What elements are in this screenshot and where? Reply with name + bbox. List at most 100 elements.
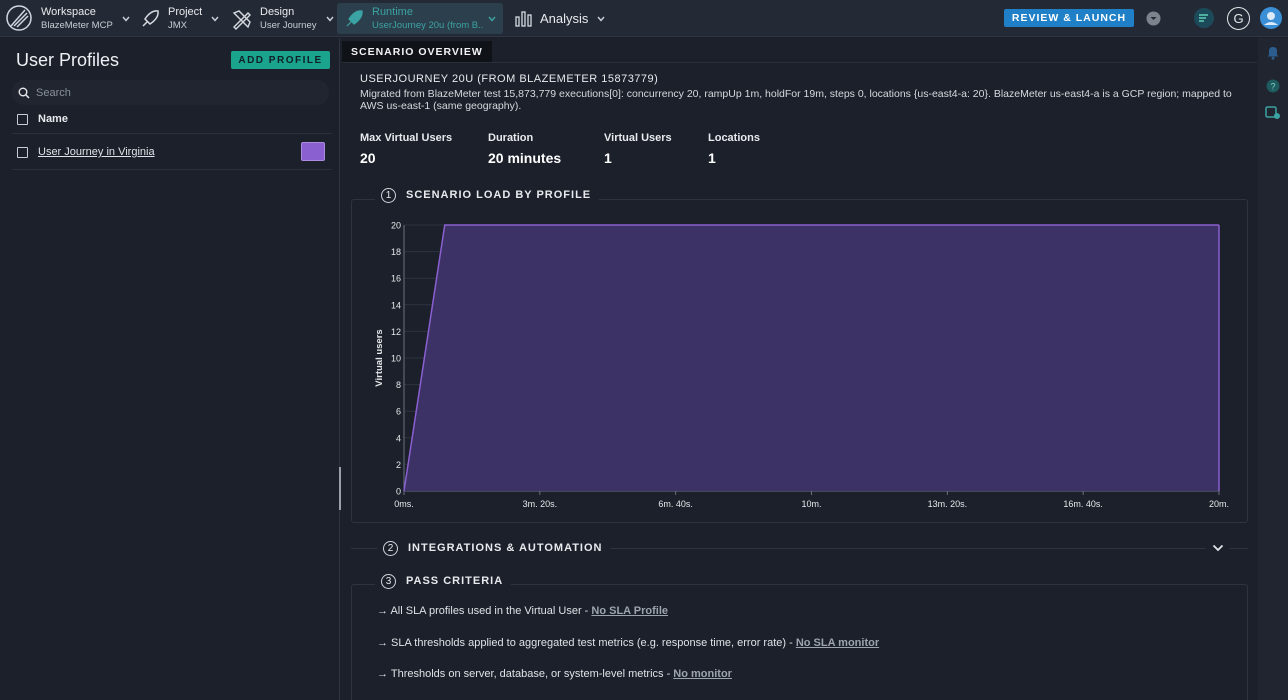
- help-assistant-icon[interactable]: [1259, 6, 1283, 30]
- scenario-load-chart: 0 2 4 6 8 10 12 14 16 18 20 0ms. 3m. 20s. 6m. 40s. 10m…: [374, 221, 1229, 510]
- criteria-text: → SLA thresholds applied to aggregated t…: [377, 637, 796, 649]
- profile-link[interactable]: User Journey in Virginia: [38, 146, 155, 158]
- chevron-down-icon: [597, 16, 605, 22]
- criteria-text: → Thresholds on server, database, or sys…: [377, 668, 674, 680]
- nav-project-sub: JMX: [168, 19, 187, 31]
- tab-underline: [342, 62, 1257, 63]
- divider: [12, 169, 332, 170]
- section-number: 2: [383, 540, 398, 556]
- scenario-description: Migrated from BlazeMeter test 15,873,779…: [360, 88, 1232, 112]
- svg-text:?: ?: [1270, 82, 1275, 92]
- y-tick-label: 20: [391, 221, 401, 231]
- profile-color-swatch[interactable]: [301, 142, 325, 161]
- rocket-outline-icon: [142, 9, 159, 27]
- divider: [12, 133, 332, 134]
- section-title: SCENARIO LOAD BY PROFILE: [406, 189, 592, 201]
- stat-label: Virtual Users: [604, 132, 672, 144]
- panel-resize-handle[interactable]: [339, 467, 341, 510]
- nav-design[interactable]: Design User Journey: [231, 3, 334, 34]
- search-box[interactable]: [12, 80, 329, 105]
- section-header-integrations[interactable]: 2 INTEGRATIONS & AUTOMATION: [377, 540, 611, 556]
- x-tick-label: 20m.: [1209, 499, 1229, 509]
- bar-chart-icon: [515, 10, 532, 27]
- main-content: SCENARIO OVERVIEW USERJOURNEY 20U (FROM …: [342, 38, 1257, 700]
- design-tools-icon: [232, 9, 251, 30]
- nav-workspace[interactable]: Workspace BlazeMeter MCP: [10, 3, 130, 34]
- search-input[interactable]: [36, 86, 316, 99]
- config-icon[interactable]: [1265, 105, 1281, 120]
- nav-runtime-sub: UserJourney 20u (from B...: [372, 19, 484, 31]
- y-tick-label: 16: [391, 274, 401, 284]
- stat-value: 1: [708, 150, 716, 166]
- column-header-name: Name: [38, 113, 68, 125]
- select-all-checkbox[interactable]: [17, 114, 28, 125]
- y-tick-label: 6: [396, 407, 401, 417]
- stat-label: Locations: [708, 132, 760, 144]
- no-monitor-link[interactable]: No monitor: [673, 668, 732, 680]
- criteria-sla-profile: → All SLA profiles used in the Virtual U…: [377, 605, 668, 617]
- nav-analysis[interactable]: Analysis: [514, 3, 605, 34]
- y-tick-label: 2: [396, 460, 401, 470]
- scenario-name: USERJOURNEY 20U (FROM BLAZEMETER 1587377…: [360, 73, 659, 85]
- help-icon[interactable]: ?: [1266, 79, 1280, 93]
- nav-project-title: Project: [168, 5, 203, 18]
- chevron-down-icon: [325, 16, 334, 22]
- expand-integrations[interactable]: [1206, 540, 1230, 556]
- stat-locations: Locations 1: [708, 132, 760, 166]
- section-title: PASS CRITERIA: [406, 575, 504, 587]
- x-tick-label: 10m.: [801, 499, 821, 509]
- y-axis-label: Virtual users: [374, 329, 385, 386]
- series-area: [404, 225, 1219, 491]
- x-tick-label: 0ms.: [394, 499, 414, 509]
- x-tick-label: 13m. 20s.: [928, 499, 968, 509]
- profile-row-checkbox[interactable]: [17, 147, 28, 158]
- stat-value: 1: [604, 150, 612, 166]
- no-sla-profile-link[interactable]: No SLA Profile: [591, 605, 668, 617]
- criteria-sla-thresholds: → SLA thresholds applied to aggregated t…: [377, 637, 879, 649]
- criteria-text: → All SLA profiles used in the Virtual U…: [377, 605, 592, 617]
- y-tick-label: 0: [396, 487, 401, 497]
- tab-scenario-overview[interactable]: SCENARIO OVERVIEW: [342, 41, 492, 62]
- nav-runtime[interactable]: Runtime UserJourney 20u (from B...: [337, 3, 503, 34]
- stat-duration: Duration 20 minutes: [488, 132, 561, 166]
- right-rail: ?: [1258, 38, 1288, 700]
- review-launch-button[interactable]: REVIEW & LAUNCH: [1004, 9, 1134, 27]
- chevron-down-icon: [211, 16, 219, 22]
- chevron-down-icon: [1212, 544, 1224, 552]
- user-profiles-panel: User Profiles ADD PROFILE Name User Jour…: [0, 38, 340, 700]
- nav-runtime-title: Runtime: [372, 5, 413, 18]
- nav-workspace-sub: BlazeMeter MCP: [41, 19, 113, 31]
- y-tick-label: 14: [391, 300, 401, 310]
- x-tick-label: 16m. 40s.: [1063, 499, 1103, 509]
- notes-icon[interactable]: [1193, 7, 1215, 29]
- section-header-load[interactable]: 1 SCENARIO LOAD BY PROFILE: [375, 187, 600, 203]
- nav-project[interactable]: Project JMX: [139, 3, 219, 34]
- section-number: 1: [381, 187, 396, 203]
- y-tick-label: 12: [391, 327, 401, 337]
- panel-title: User Profiles: [16, 50, 120, 70]
- nav-design-title: Design: [260, 5, 295, 18]
- user-avatar[interactable]: G: [1227, 7, 1250, 30]
- section-number: 3: [381, 573, 396, 589]
- y-tick-label: 18: [391, 247, 401, 257]
- section-header-pass-criteria[interactable]: 3 PASS CRITERIA: [375, 573, 512, 589]
- top-nav-bar: Workspace BlazeMeter MCP Project JMX Des…: [0, 0, 1288, 37]
- add-profile-button[interactable]: ADD PROFILE: [231, 51, 330, 69]
- search-icon: [18, 87, 30, 99]
- x-tick-label: 6m. 40s.: [658, 499, 693, 509]
- y-tick-label: 8: [396, 380, 401, 390]
- no-sla-monitor-link[interactable]: No SLA monitor: [796, 637, 879, 649]
- stat-value: 20: [360, 150, 376, 166]
- stat-label: Max Virtual Users: [360, 132, 453, 144]
- y-tick-label: 4: [396, 433, 401, 443]
- rocket-icon: [346, 9, 363, 26]
- stat-virtual-users: Virtual Users 1: [604, 132, 672, 166]
- stat-max-virtual-users: Max Virtual Users 20: [360, 132, 452, 166]
- nav-workspace-title: Workspace: [41, 5, 96, 18]
- nav-analysis-title: Analysis: [540, 11, 589, 26]
- section-title: INTEGRATIONS & AUTOMATION: [408, 542, 603, 554]
- bell-icon[interactable]: [1266, 44, 1280, 60]
- nav-design-sub: User Journey: [260, 19, 317, 31]
- criteria-system-thresholds: → Thresholds on server, database, or sys…: [377, 668, 732, 680]
- launch-options-chevron-icon[interactable]: [1146, 11, 1161, 26]
